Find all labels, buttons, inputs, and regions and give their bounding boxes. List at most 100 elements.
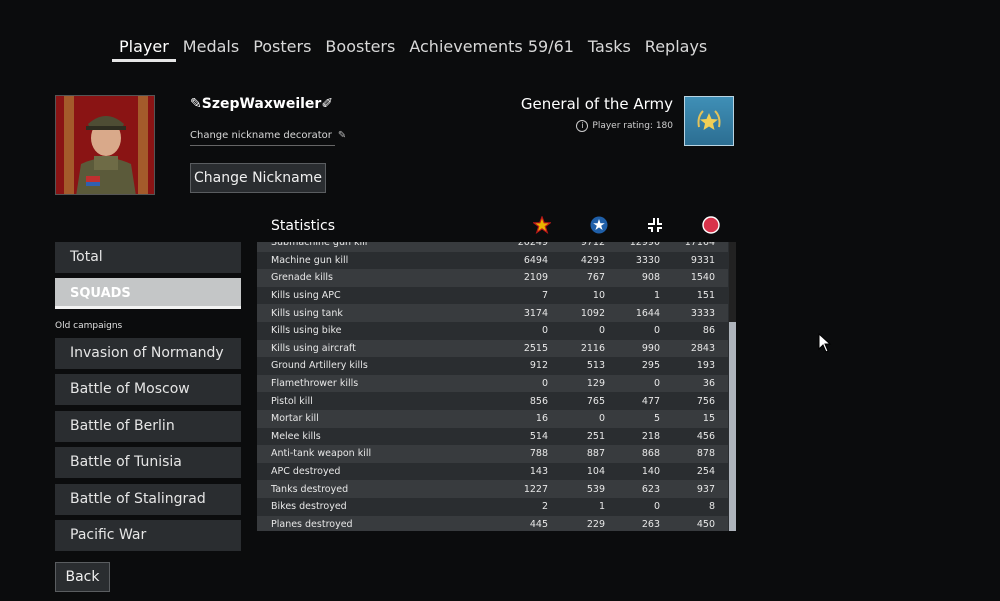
change-nickname-button[interactable]: Change Nickname xyxy=(190,163,326,193)
row-value: 0 xyxy=(541,378,548,390)
row-value: 0 xyxy=(541,325,548,337)
table-row: Planes destroyed 445 229 263 450 xyxy=(257,515,728,531)
row-label: Kills using APC xyxy=(271,290,341,302)
row-value: 756 xyxy=(696,395,715,407)
german-cross-icon xyxy=(648,218,662,232)
row-value: 263 xyxy=(641,518,660,530)
tab-achievements[interactable]: Achievements 59/61 xyxy=(402,36,581,62)
rank-title: General of the Army xyxy=(520,95,673,113)
row-value: 129 xyxy=(586,378,605,390)
row-label: Anti-tank weapon kill xyxy=(271,448,372,460)
row-value: 0 xyxy=(653,325,660,337)
row-value: 878 xyxy=(696,448,715,460)
rank-star-wreath-icon xyxy=(697,110,721,130)
sidebar-item-normandy[interactable]: Invasion of Normandy xyxy=(55,338,241,369)
soviet-star-icon xyxy=(533,216,551,234)
player-nickname: ✎SzepWaxweiler✐ xyxy=(190,96,334,112)
row-value: 1 xyxy=(653,290,660,302)
rating-text: Player rating: 180 xyxy=(592,121,673,131)
row-value: 0 xyxy=(598,413,605,425)
row-label: Tanks destroyed xyxy=(271,483,349,495)
scrollbar-thumb[interactable] xyxy=(729,322,736,531)
table-row: Ground Artillery kills 912 513 295 193 xyxy=(257,357,728,375)
row-value: 9331 xyxy=(690,254,715,266)
tab-boosters[interactable]: Boosters xyxy=(318,36,402,62)
row-label: APC destroyed xyxy=(271,466,341,478)
table-row: Kills using bike 0 0 0 86 xyxy=(257,322,728,340)
row-value: 456 xyxy=(696,430,715,442)
sidebar-item-pacific[interactable]: Pacific War xyxy=(55,520,241,551)
row-value: 868 xyxy=(641,448,660,460)
row-value: 20249 xyxy=(517,242,548,249)
table-row: Kills using tank 3174 1092 1644 3333 xyxy=(257,304,728,322)
table-row: Anti-tank weapon kill 788 887 868 878 xyxy=(257,445,728,463)
row-value: 2 xyxy=(541,501,548,513)
sidebar-item-moscow[interactable]: Battle of Moscow xyxy=(55,374,241,405)
row-value: 1092 xyxy=(580,307,605,319)
row-label: Planes destroyed xyxy=(271,518,353,530)
row-value: 990 xyxy=(641,342,660,354)
row-value: 151 xyxy=(696,290,715,302)
sidebar-item-stalingrad[interactable]: Battle of Stalingrad xyxy=(55,484,241,515)
avatar[interactable] xyxy=(55,95,155,195)
row-value: 3174 xyxy=(523,307,548,319)
row-value: 16 xyxy=(535,413,548,425)
tab-player[interactable]: Player xyxy=(112,36,176,62)
back-button[interactable]: Back xyxy=(55,562,110,592)
tab-replays[interactable]: Replays xyxy=(638,36,714,62)
sidebar-item-total[interactable]: Total xyxy=(55,242,241,273)
row-value: 15 xyxy=(702,413,715,425)
tab-posters[interactable]: Posters xyxy=(246,36,318,62)
row-value: 2109 xyxy=(523,272,548,284)
mouse-cursor-icon xyxy=(818,333,832,353)
row-label: Kills using bike xyxy=(271,325,342,337)
japan-circle-icon xyxy=(702,216,720,234)
row-value: 218 xyxy=(641,430,660,442)
row-value: 10 xyxy=(592,290,605,302)
row-value: 856 xyxy=(529,395,548,407)
row-value: 36 xyxy=(702,378,715,390)
tab-medals[interactable]: Medals xyxy=(176,36,246,62)
row-value: 295 xyxy=(641,360,660,372)
row-value: 3333 xyxy=(690,307,715,319)
row-value: 0 xyxy=(653,501,660,513)
table-row: APC destroyed 143 104 140 254 xyxy=(257,462,728,481)
row-label: Machine gun kill xyxy=(271,254,349,266)
row-label: Pistol kill xyxy=(271,395,313,407)
row-value: 937 xyxy=(696,483,715,495)
change-nickname-decorator-link[interactable]: Change nickname decorator ✎ xyxy=(190,130,346,146)
row-value: 229 xyxy=(586,518,605,530)
row-value: 6494 xyxy=(523,254,548,266)
info-icon[interactable]: i xyxy=(576,120,589,132)
row-value: 254 xyxy=(696,466,715,478)
row-value: 1227 xyxy=(523,483,548,495)
row-value: 251 xyxy=(586,430,605,442)
row-value: 539 xyxy=(586,483,605,495)
row-value: 513 xyxy=(586,360,605,372)
old-campaigns-label: Old campaigns xyxy=(55,321,123,331)
sidebar-item-berlin[interactable]: Battle of Berlin xyxy=(55,411,241,442)
row-label: Submachine gun kill xyxy=(271,242,368,249)
row-value: 193 xyxy=(696,360,715,372)
row-label: Kills using aircraft xyxy=(271,342,356,354)
row-value: 9712 xyxy=(580,242,605,249)
row-value: 887 xyxy=(586,448,605,460)
table-row: Pistol kill 856 765 477 756 xyxy=(257,392,728,410)
row-value: 12990 xyxy=(629,242,660,249)
table-row: Flamethrower kills 0 129 0 36 xyxy=(257,374,728,393)
table-row: Kills using aircraft 2515 2116 990 2843 xyxy=(257,339,728,358)
pencil-icon: ✎ xyxy=(337,130,347,141)
row-value: 0 xyxy=(598,325,605,337)
row-value: 767 xyxy=(586,272,605,284)
sidebar-item-squads[interactable]: SQUADS xyxy=(55,278,241,309)
rank-badge xyxy=(684,96,734,146)
tab-tasks[interactable]: Tasks xyxy=(581,36,638,62)
row-value: 8 xyxy=(708,501,715,513)
general-portrait-icon xyxy=(56,96,154,194)
row-label: Ground Artillery kills xyxy=(271,360,368,372)
change-decorator-label: Change nickname decorator xyxy=(190,130,332,141)
table-row: Melee kills 514 251 218 456 xyxy=(257,427,728,446)
row-value: 86 xyxy=(702,325,715,337)
sidebar-item-tunisia[interactable]: Battle of Tunisia xyxy=(55,447,241,478)
table-row: Machine gun kill 6494 4293 3330 9331 xyxy=(257,251,728,270)
